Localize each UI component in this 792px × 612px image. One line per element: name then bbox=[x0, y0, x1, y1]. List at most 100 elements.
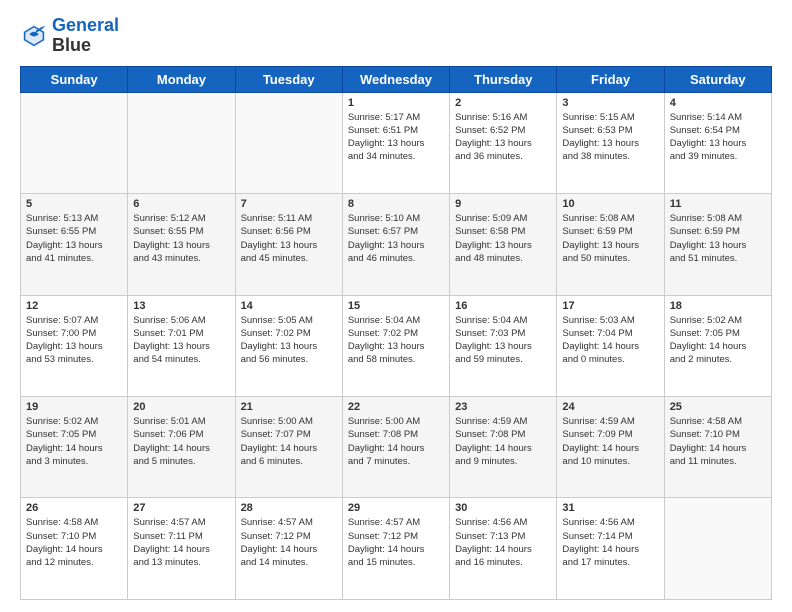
calendar-cell: 25 Sunrise: 4:58 AM Sunset: 7:10 PM Dayli… bbox=[664, 397, 771, 498]
day-number: 4 bbox=[670, 97, 766, 109]
day-info: Sunrise: 5:02 AM Sunset: 7:05 PM Dayligh… bbox=[670, 314, 766, 367]
day-info: Sunrise: 5:13 AM Sunset: 6:55 PM Dayligh… bbox=[26, 212, 122, 265]
day-info: Sunrise: 4:57 AM Sunset: 7:12 PM Dayligh… bbox=[241, 516, 337, 569]
day-info: Sunrise: 5:06 AM Sunset: 7:01 PM Dayligh… bbox=[133, 314, 229, 367]
calendar-cell: 16 Sunrise: 5:04 AM Sunset: 7:03 PM Dayli… bbox=[450, 295, 557, 396]
day-info: Sunrise: 5:00 AM Sunset: 7:08 PM Dayligh… bbox=[348, 415, 444, 468]
day-number: 25 bbox=[670, 401, 766, 413]
day-info: Sunrise: 5:09 AM Sunset: 6:58 PM Dayligh… bbox=[455, 212, 551, 265]
calendar-cell: 21 Sunrise: 5:00 AM Sunset: 7:07 PM Dayli… bbox=[235, 397, 342, 498]
calendar-cell: 18 Sunrise: 5:02 AM Sunset: 7:05 PM Dayli… bbox=[664, 295, 771, 396]
day-info: Sunrise: 5:07 AM Sunset: 7:00 PM Dayligh… bbox=[26, 314, 122, 367]
day-info: Sunrise: 4:57 AM Sunset: 7:11 PM Dayligh… bbox=[133, 516, 229, 569]
day-number: 15 bbox=[348, 300, 444, 312]
day-number: 1 bbox=[348, 97, 444, 109]
day-number: 18 bbox=[670, 300, 766, 312]
calendar-cell bbox=[21, 92, 128, 193]
day-number: 2 bbox=[455, 97, 551, 109]
calendar-cell: 9 Sunrise: 5:09 AM Sunset: 6:58 PM Daylig… bbox=[450, 194, 557, 295]
calendar-cell: 10Sunrise: 5:08 AM Sunset: 6:59 PM Dayli… bbox=[557, 194, 664, 295]
day-number: 16 bbox=[455, 300, 551, 312]
day-info: Sunrise: 4:56 AM Sunset: 7:13 PM Dayligh… bbox=[455, 516, 551, 569]
day-number: 27 bbox=[133, 502, 229, 514]
day-number: 31 bbox=[562, 502, 658, 514]
calendar-cell: 27 Sunrise: 4:57 AM Sunset: 7:11 PM Dayli… bbox=[128, 498, 235, 600]
day-info: Sunrise: 5:10 AM Sunset: 6:57 PM Dayligh… bbox=[348, 212, 444, 265]
logo-line2: Blue bbox=[52, 36, 119, 56]
day-number: 5 bbox=[26, 198, 122, 210]
calendar-cell: 2Sunrise: 5:16 AM Sunset: 6:52 PM Daylig… bbox=[450, 92, 557, 193]
calendar-cell: 14Sunrise: 5:05 AM Sunset: 7:02 PM Dayli… bbox=[235, 295, 342, 396]
page: General Blue SundayMondayTuesdayWednesda… bbox=[0, 0, 792, 612]
day-info: Sunrise: 5:15 AM Sunset: 6:53 PM Dayligh… bbox=[562, 111, 658, 164]
day-number: 8 bbox=[348, 198, 444, 210]
calendar-cell: 24 Sunrise: 4:59 AM Sunset: 7:09 PM Dayli… bbox=[557, 397, 664, 498]
day-info: Sunrise: 4:56 AM Sunset: 7:14 PM Dayligh… bbox=[562, 516, 658, 569]
day-number: 26 bbox=[26, 502, 122, 514]
calendar-cell: 12Sunrise: 5:07 AM Sunset: 7:00 PM Dayli… bbox=[21, 295, 128, 396]
day-number: 11 bbox=[670, 198, 766, 210]
day-number: 9 bbox=[455, 198, 551, 210]
calendar-cell: 1 Sunrise: 5:17 AM Sunset: 6:51 PM Daylig… bbox=[342, 92, 449, 193]
calendar-cell: 8 Sunrise: 5:10 AM Sunset: 6:57 PM Daylig… bbox=[342, 194, 449, 295]
calendar-cell: 4 Sunrise: 5:14 AM Sunset: 6:54 PM Daylig… bbox=[664, 92, 771, 193]
calendar-cell: 11 Sunrise: 5:08 AM Sunset: 6:59 PM Dayli… bbox=[664, 194, 771, 295]
day-number: 29 bbox=[348, 502, 444, 514]
logo-text: General Blue bbox=[52, 16, 119, 56]
day-info: Sunrise: 4:59 AM Sunset: 7:09 PM Dayligh… bbox=[562, 415, 658, 468]
day-header-monday: Monday bbox=[128, 66, 235, 92]
calendar-week-1: 1 Sunrise: 5:17 AM Sunset: 6:51 PM Daylig… bbox=[21, 92, 772, 193]
calendar-cell bbox=[664, 498, 771, 600]
day-header-sunday: Sunday bbox=[21, 66, 128, 92]
day-header-thursday: Thursday bbox=[450, 66, 557, 92]
day-header-tuesday: Tuesday bbox=[235, 66, 342, 92]
calendar-cell: 22 Sunrise: 5:00 AM Sunset: 7:08 PM Dayli… bbox=[342, 397, 449, 498]
day-info: Sunrise: 5:11 AM Sunset: 6:56 PM Dayligh… bbox=[241, 212, 337, 265]
day-info: Sunrise: 5:03 AM Sunset: 7:04 PM Dayligh… bbox=[562, 314, 658, 367]
calendar-cell: 29 Sunrise: 4:57 AM Sunset: 7:12 PM Dayli… bbox=[342, 498, 449, 600]
calendar-week-5: 26 Sunrise: 4:58 AM Sunset: 7:10 PM Dayli… bbox=[21, 498, 772, 600]
day-info: Sunrise: 5:00 AM Sunset: 7:07 PM Dayligh… bbox=[241, 415, 337, 468]
day-header-saturday: Saturday bbox=[664, 66, 771, 92]
day-number: 3 bbox=[562, 97, 658, 109]
calendar-cell: 6Sunrise: 5:12 AM Sunset: 6:55 PM Daylig… bbox=[128, 194, 235, 295]
calendar-cell: 5 Sunrise: 5:13 AM Sunset: 6:55 PM Daylig… bbox=[21, 194, 128, 295]
calendar-cell: 15 Sunrise: 5:04 AM Sunset: 7:02 PM Dayli… bbox=[342, 295, 449, 396]
calendar-cell: 26 Sunrise: 4:58 AM Sunset: 7:10 PM Dayli… bbox=[21, 498, 128, 600]
day-number: 14 bbox=[241, 300, 337, 312]
calendar-cell: 30Sunrise: 4:56 AM Sunset: 7:13 PM Dayli… bbox=[450, 498, 557, 600]
day-info: Sunrise: 5:14 AM Sunset: 6:54 PM Dayligh… bbox=[670, 111, 766, 164]
day-number: 24 bbox=[562, 401, 658, 413]
day-info: Sunrise: 5:04 AM Sunset: 7:03 PM Dayligh… bbox=[455, 314, 551, 367]
day-info: Sunrise: 4:58 AM Sunset: 7:10 PM Dayligh… bbox=[26, 516, 122, 569]
day-number: 19 bbox=[26, 401, 122, 413]
calendar-cell: 23Sunrise: 4:59 AM Sunset: 7:08 PM Dayli… bbox=[450, 397, 557, 498]
day-number: 6 bbox=[133, 198, 229, 210]
day-info: Sunrise: 5:02 AM Sunset: 7:05 PM Dayligh… bbox=[26, 415, 122, 468]
day-number: 28 bbox=[241, 502, 337, 514]
day-info: Sunrise: 5:04 AM Sunset: 7:02 PM Dayligh… bbox=[348, 314, 444, 367]
day-info: Sunrise: 4:58 AM Sunset: 7:10 PM Dayligh… bbox=[670, 415, 766, 468]
day-number: 22 bbox=[348, 401, 444, 413]
calendar-week-3: 12Sunrise: 5:07 AM Sunset: 7:00 PM Dayli… bbox=[21, 295, 772, 396]
day-info: Sunrise: 5:01 AM Sunset: 7:06 PM Dayligh… bbox=[133, 415, 229, 468]
calendar-week-2: 5 Sunrise: 5:13 AM Sunset: 6:55 PM Daylig… bbox=[21, 194, 772, 295]
calendar-cell: 3 Sunrise: 5:15 AM Sunset: 6:53 PM Daylig… bbox=[557, 92, 664, 193]
day-number: 10 bbox=[562, 198, 658, 210]
day-number: 17 bbox=[562, 300, 658, 312]
day-number: 13 bbox=[133, 300, 229, 312]
logo-line1: General bbox=[52, 16, 119, 36]
calendar-cell: 20Sunrise: 5:01 AM Sunset: 7:06 PM Dayli… bbox=[128, 397, 235, 498]
calendar-cell bbox=[128, 92, 235, 193]
day-info: Sunrise: 5:17 AM Sunset: 6:51 PM Dayligh… bbox=[348, 111, 444, 164]
day-info: Sunrise: 5:08 AM Sunset: 6:59 PM Dayligh… bbox=[670, 212, 766, 265]
calendar-table: SundayMondayTuesdayWednesdayThursdayFrid… bbox=[20, 66, 772, 600]
calendar-week-4: 19 Sunrise: 5:02 AM Sunset: 7:05 PM Dayli… bbox=[21, 397, 772, 498]
day-info: Sunrise: 4:57 AM Sunset: 7:12 PM Dayligh… bbox=[348, 516, 444, 569]
day-header-wednesday: Wednesday bbox=[342, 66, 449, 92]
calendar-cell: 19 Sunrise: 5:02 AM Sunset: 7:05 PM Dayli… bbox=[21, 397, 128, 498]
day-number: 7 bbox=[241, 198, 337, 210]
day-number: 21 bbox=[241, 401, 337, 413]
calendar-cell: 7 Sunrise: 5:11 AM Sunset: 6:56 PM Daylig… bbox=[235, 194, 342, 295]
day-header-friday: Friday bbox=[557, 66, 664, 92]
